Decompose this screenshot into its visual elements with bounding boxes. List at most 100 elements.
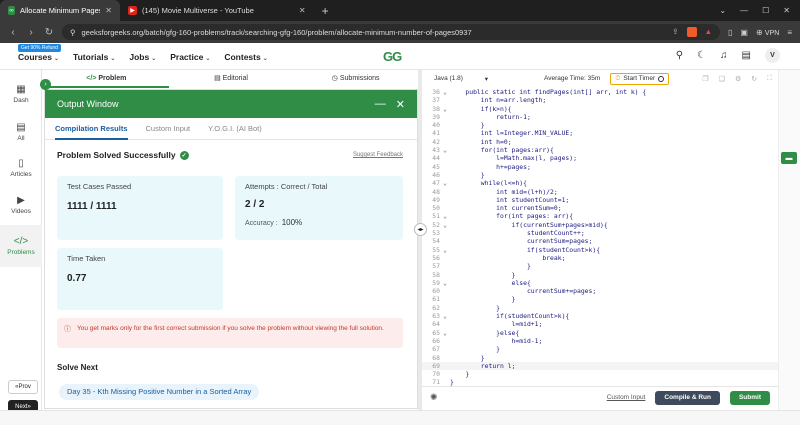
expand-panel-icon[interactable]: › [40,79,51,90]
code-line[interactable]: 55 ⌄ if(studentCount>k){ [422,246,778,254]
code-line[interactable]: 64 l=mid+1; [422,320,778,328]
fold-chevron-icon[interactable]: ⌄ [440,246,450,254]
gfg-logo[interactable]: GG [383,49,402,64]
rail-item-dash[interactable]: ▦ Dash [0,84,42,104]
code-line[interactable]: 48 int mid=(l+h)/2; [422,188,778,196]
code-line[interactable]: 39 return-1; [422,113,778,121]
code-line[interactable]: 57 } [422,262,778,270]
refund-badge[interactable]: Get 90% Refund [18,44,61,52]
address-bar[interactable]: ⚲ geeksforgeeks.org/batch/gfg-160-proble… [62,24,721,40]
code-line[interactable]: 43 ⌄ for(int pages:arr){ [422,146,778,154]
translate-icon[interactable]: ▤ [742,50,751,61]
code-line[interactable]: 46 } [422,171,778,179]
code-line[interactable]: 49 int studentCount=1; [422,196,778,204]
prev-button[interactable]: « Prov [8,380,38,394]
fold-chevron-icon[interactable]: ⌄ [440,212,450,220]
reset-icon[interactable]: ↻ [751,75,757,83]
sidebar-icon[interactable]: ▯ [728,28,732,37]
fold-chevron-icon[interactable]: ⌄ [440,279,450,287]
fold-chevron-icon[interactable]: ⌄ [440,105,450,113]
custom-input-link[interactable]: Custom Input [607,394,646,401]
rewards-icon[interactable]: ▲ [705,27,712,37]
fold-chevron-icon[interactable]: ⌄ [440,179,450,187]
close-icon[interactable]: ✕ [396,98,405,111]
close-icon[interactable]: ✕ [105,6,112,15]
code-line[interactable]: 53 studentCount++; [422,229,778,237]
rail-item-all[interactable]: ▤ All [0,122,42,142]
suggest-feedback-link[interactable]: Suggest Feedback [353,152,403,158]
code-line[interactable]: 66 h=mid-1; [422,337,778,345]
code-line[interactable]: 70 } [422,370,778,378]
fold-chevron-icon[interactable]: ⌄ [440,312,450,320]
code-line[interactable]: 51 ⌄ for(int pages: arr){ [422,212,778,220]
minimize-icon[interactable]: — [740,6,748,15]
rail-item-articles[interactable]: ▯ Articles [0,158,42,178]
code-line[interactable]: 47 ⌄ while(l<=h){ [422,179,778,187]
submit-button[interactable]: Submit [729,390,770,405]
code-line[interactable]: 41 int l=Integer.MIN_VALUE; [422,129,778,137]
browser-tab-youtube[interactable]: ▶ (145) Movie Multiverse - YouTube ✕ [120,0,314,21]
fold-chevron-icon[interactable]: ⌄ [440,88,450,96]
menu-contests[interactable]: Contests ⌄ [224,52,267,62]
resize-handle-icon[interactable]: ◂▸ [414,223,427,236]
code-line[interactable]: 62 } [422,304,778,312]
code-line[interactable]: 60 currentSum+=pages; [422,287,778,295]
tab-problem[interactable]: </> Problem [44,70,169,88]
fold-chevron-icon[interactable]: ⌄ [440,221,450,229]
menu-jobs[interactable]: Jobs ⌄ [129,52,156,62]
fold-chevron-icon[interactable]: ⌄ [440,329,450,337]
rail-item-problems[interactable]: </> Problems [0,225,42,267]
menu-courses[interactable]: Courses ⌄ [18,52,59,62]
code-line[interactable]: 36 ⌄ public static int findPages(int[] ar… [422,88,778,96]
minimize-icon[interactable]: — [375,98,386,111]
fold-chevron-icon[interactable]: ⌄ [440,146,450,154]
browser-tab-gfg[interactable]: ∞ Allocate Minimum Pages | Prac ✕ [0,0,120,21]
copy-icon[interactable]: ❐ [702,75,708,83]
code-line[interactable]: 69 return l; [422,361,778,371]
code-line[interactable]: 71} [422,378,778,386]
share-icon[interactable]: ⇪ [672,27,678,37]
code-line[interactable]: 58 } [422,271,778,279]
theme-toggle-icon[interactable]: ☾ [697,50,706,61]
close-icon[interactable]: ✕ [299,6,306,15]
menu-practice[interactable]: Practice ⌄ [170,52,210,62]
tab-submissions[interactable]: ◷ Submissions [293,70,418,88]
chat-icon[interactable]: ▬ [781,152,797,164]
tab-custom-input[interactable]: Custom Input [146,118,191,140]
code-line[interactable]: 37 int n=arr.length; [422,96,778,104]
code-line[interactable]: 44 l=Math.max(l, pages); [422,154,778,162]
search-icon[interactable]: ⚲ [676,50,683,61]
fullscreen-icon[interactable]: ⛶ [767,75,772,83]
lightbulb-icon[interactable]: ✺ [430,392,438,403]
code-line[interactable]: 59 ⌄ else{ [422,279,778,287]
tab-compilation-results[interactable]: Compilation Results [55,118,128,140]
settings-icon[interactable]: ⚙ [735,75,741,83]
brave-shield-icon[interactable] [686,27,697,37]
new-tab-icon[interactable]: + [314,4,337,18]
forward-icon[interactable]: › [26,27,36,38]
tab-yogi-ai-bot[interactable]: Y.O.G.I. (AI Bot) [208,118,262,140]
back-icon[interactable]: ‹ [8,27,18,38]
menu-tutorials[interactable]: Tutorials ⌄ [73,52,115,62]
start-timer-button[interactable]: ⏱ Start Timer [610,72,670,85]
duplicate-icon[interactable]: ❏ [719,75,725,83]
rail-item-videos[interactable]: ▶ Videos [0,195,42,215]
vpn-icon[interactable]: ⊕ VPN [756,28,779,37]
code-line[interactable]: 63 ⌄ if(studentCount>k){ [422,312,778,320]
tab-editorial[interactable]: ▤ Editorial [169,70,294,88]
site-info-icon[interactable]: ⚲ [70,28,76,37]
reload-icon[interactable]: ↻ [44,27,54,38]
code-line[interactable]: 61 } [422,295,778,303]
code-line[interactable]: 54 currentSum=pages; [422,237,778,245]
code-line[interactable]: 40 } [422,121,778,129]
code-line[interactable]: 52 ⌄ if(currentSum+pages>mid){ [422,221,778,229]
code-line[interactable]: 42 int h=0; [422,138,778,146]
avatar[interactable]: V [765,48,780,63]
code-line[interactable]: 56 break; [422,254,778,262]
close-window-icon[interactable]: ✕ [783,6,790,15]
language-select[interactable]: Java (1.8) ▾ [434,75,488,83]
code-line[interactable]: 45 h+=pages; [422,163,778,171]
code-line[interactable]: 65 ⌄ }else{ [422,329,778,337]
code-line[interactable]: 67 } [422,345,778,353]
code-line[interactable]: 50 int currentSum=0; [422,204,778,212]
